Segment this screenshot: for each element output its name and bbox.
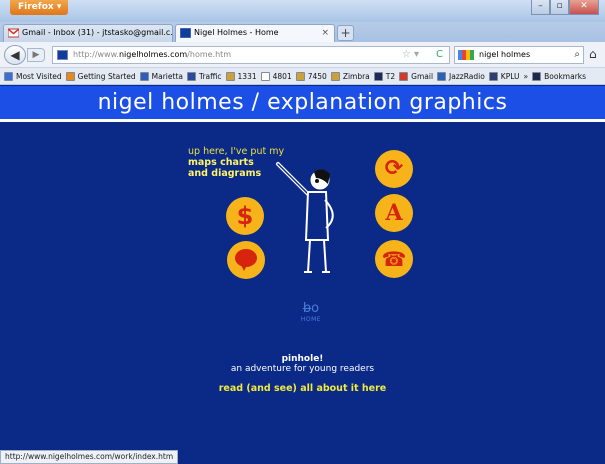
bookmark-label: Zimbra: [342, 71, 370, 81]
bookmark-icon: [186, 71, 196, 81]
status-url: http://www.nigelholmes.com/work/index.ht…: [0, 450, 179, 464]
tab-gmail-label: Gmail - Inbox (31) - jtstasko@gmail.c...: [22, 28, 173, 37]
home-label: HOME: [300, 316, 322, 323]
navigation-bar: ◀ ▶ http://www.nigelholmes.com/home.htm …: [0, 42, 605, 68]
close-window-icon[interactable]: ✕: [569, 0, 599, 15]
pointing-man-illustration: [276, 162, 334, 273]
bookmark-item[interactable]: 7450: [295, 71, 327, 81]
bookmark-label: Bookmarks: [544, 71, 587, 81]
bookmark-icon: [260, 71, 270, 81]
bookmark-label: KPLU: [500, 71, 520, 81]
bookmark-icon: [225, 71, 235, 81]
speech-bubble-tail: [240, 263, 248, 271]
bookmarks-toolbar: Most Visited Getting Started Marietta Traff…: [0, 68, 605, 85]
bookmark-label: Marietta: [151, 71, 183, 81]
pinhole-read-link[interactable]: read (and see) all about it here: [0, 383, 605, 394]
telephone-icon[interactable]: ☎: [375, 240, 413, 278]
bookmark-item[interactable]: 1331: [225, 71, 257, 81]
bookmark-label: JazzRadio: [449, 71, 485, 81]
gmail-icon: [8, 28, 19, 38]
bookmark-item[interactable]: T2: [373, 71, 396, 81]
bookmark-item[interactable]: 4801: [260, 71, 292, 81]
font-letter-icon[interactable]: A: [375, 194, 413, 232]
google-search-engine-icon[interactable]: [458, 50, 474, 60]
back-button[interactable]: ◀: [4, 45, 26, 65]
bookmark-icon: [399, 71, 409, 81]
new-tab-button[interactable]: +: [337, 25, 354, 41]
bookmark-item[interactable]: Bookmarks: [532, 71, 587, 81]
bookmark-icon: [139, 71, 149, 81]
pinhole-subtitle: an adventure for young readers: [230, 364, 375, 374]
bookmark-icon: [65, 71, 75, 81]
firefox-menu-button[interactable]: Firefox ▾: [10, 0, 68, 15]
bookmark-item[interactable]: JazzRadio: [437, 71, 485, 81]
url-prefix: http://www.: [73, 50, 119, 59]
reload-icon[interactable]: C: [436, 47, 443, 63]
status-bar: http://www.nigelholmes.com/work/index.ht…: [0, 450, 605, 464]
dollar-icon[interactable]: $: [226, 197, 264, 235]
bookmark-label: Most Visited: [16, 71, 62, 81]
glasses-icon: b̶o: [302, 301, 320, 316]
bookmarks-overflow-icon[interactable]: »: [524, 72, 529, 81]
bookmark-item[interactable]: Traffic: [186, 71, 222, 81]
tab-gmail[interactable]: Gmail - Inbox (31) - jtstasko@gmail.c...: [3, 24, 173, 42]
bookmark-item[interactable]: Marietta: [139, 71, 183, 81]
firefox-menu-label: Firefox: [18, 2, 54, 12]
bookmark-item[interactable]: Most Visited: [4, 71, 62, 81]
site-header: nigel holmes / explanation graphics: [0, 86, 605, 122]
bookmark-item[interactable]: Getting Started: [65, 71, 136, 81]
address-bar[interactable]: http://www.nigelholmes.com/home.htm ☆ ▾ …: [52, 46, 450, 64]
window-titlebar: Firefox ▾ – ▫ ✕: [0, 0, 605, 22]
pinhole-title: pinhole!: [281, 354, 324, 364]
bookmark-item[interactable]: Zimbra: [330, 71, 370, 81]
search-input-value: nigel holmes: [479, 50, 531, 59]
url-path: /home.htm: [187, 50, 232, 59]
bookmark-label: Gmail: [411, 71, 434, 81]
maximize-icon[interactable]: ▫: [550, 0, 569, 15]
bookmark-label: 7450: [307, 71, 327, 81]
bookmark-icon: [4, 71, 13, 81]
home-link[interactable]: b̶o HOME: [296, 301, 326, 324]
bookmark-label: Getting Started: [77, 71, 136, 81]
search-box[interactable]: nigel holmes ⌕: [454, 46, 584, 64]
bookmark-icon: [330, 71, 340, 81]
bookmark-star-icon[interactable]: ☆ ▾: [402, 47, 419, 63]
site-favicon-icon: [180, 28, 191, 38]
window-controls: – ▫ ✕: [531, 0, 599, 15]
tab-nigel-label: Nigel Holmes - Home: [194, 28, 279, 37]
tab-nigel-holmes[interactable]: Nigel Holmes - Home ×: [175, 24, 335, 42]
site-title: nigel holmes / explanation graphics: [97, 90, 508, 115]
bookmark-icon: [532, 71, 542, 81]
bookmark-icon: [437, 71, 447, 81]
bookmark-label: 1331: [237, 71, 257, 81]
url-host: nigelholmes.com: [118, 50, 188, 59]
speech-bubble-icon[interactable]: [227, 241, 265, 279]
close-tab-icon[interactable]: ×: [321, 25, 329, 41]
forward-button[interactable]: ▶: [27, 48, 45, 62]
bookmark-label: T2: [385, 71, 396, 81]
bookmark-item[interactable]: KPLU: [488, 71, 520, 81]
bookmark-label: Traffic: [198, 71, 222, 81]
home-icon[interactable]: ⌂: [589, 47, 597, 61]
bookmark-icon: [373, 71, 383, 81]
page-content: nigel holmes / explanation graphics up h…: [0, 86, 605, 450]
search-magnifier-icon[interactable]: ⌕: [574, 47, 580, 63]
bookmark-icon: [295, 71, 305, 81]
tab-strip: Gmail - Inbox (31) - jtstasko@gmail.c...…: [0, 22, 605, 42]
refresh-arrows-icon[interactable]: ⟳: [375, 150, 413, 188]
minimize-icon[interactable]: –: [531, 0, 550, 15]
bookmark-label: 4801: [272, 71, 292, 81]
site-identity-icon: [57, 50, 68, 60]
bookmark-icon: [488, 71, 498, 81]
bookmark-item[interactable]: Gmail: [399, 71, 434, 81]
